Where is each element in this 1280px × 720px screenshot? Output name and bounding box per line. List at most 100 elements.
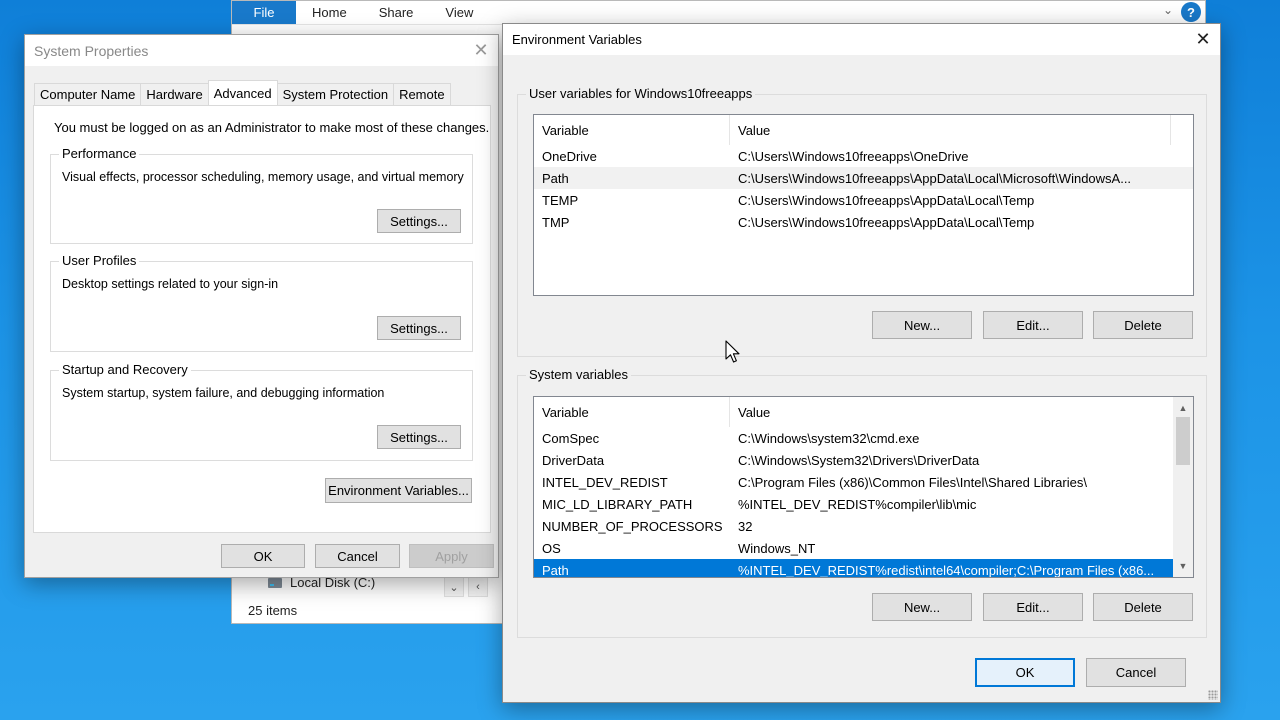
cancel-button[interactable]: Cancel	[315, 544, 400, 568]
system-variables-list[interactable]: Variable Value ComSpec C:\Windows\system…	[533, 396, 1194, 578]
system-delete-button[interactable]: Delete	[1093, 593, 1193, 621]
environment-variables-dialog: Environment Variables ✕ User variables f…	[502, 23, 1221, 703]
ok-button[interactable]: OK	[975, 658, 1075, 687]
group-startup-recovery: Startup and Recovery System startup, sys…	[50, 362, 473, 461]
scrollbar-thumb[interactable]	[1176, 417, 1190, 465]
startup-settings-button[interactable]: Settings...	[377, 425, 461, 449]
user-variables-list[interactable]: Variable Value OneDrive C:\Users\Windows…	[533, 114, 1194, 296]
tab-strip: Computer Name Hardware Advanced System P…	[34, 80, 451, 105]
table-row[interactable]: Path C:\Users\Windows10freeapps\AppData\…	[534, 167, 1193, 189]
ribbon-tab-view[interactable]: View	[429, 1, 489, 24]
variable-value: C:\Program Files (x86)\Common Files\Inte…	[738, 474, 1087, 490]
column-header-variable[interactable]: Variable	[534, 397, 730, 427]
system-properties-dialog: System Properties ✕ Computer Name Hardwa…	[24, 34, 499, 578]
table-row[interactable]: OneDrive C:\Users\Windows10freeapps\OneD…	[534, 145, 1193, 167]
group-user-variables: User variables for Windows10freeapps Var…	[517, 86, 1207, 357]
admin-note: You must be logged on as an Administrato…	[54, 120, 490, 135]
variable-value: %INTEL_DEV_REDIST%compiler\lib\mic	[738, 496, 977, 512]
table-row-selected[interactable]: Path %INTEL_DEV_REDIST%redist\intel64\co…	[534, 559, 1173, 578]
group-legend: System variables	[526, 367, 631, 382]
mouse-cursor-icon	[725, 340, 740, 363]
tab-hardware[interactable]: Hardware	[140, 83, 209, 105]
group-performance: Performance Visual effects, processor sc…	[50, 146, 473, 244]
table-row[interactable]: NUMBER_OF_PROCESSORS 32	[534, 515, 1173, 537]
table-row[interactable]: ComSpec C:\Windows\system32\cmd.exe	[534, 427, 1173, 449]
group-description: Desktop settings related to your sign-in	[62, 277, 279, 291]
user-edit-button[interactable]: Edit...	[983, 311, 1083, 339]
variable-value: C:\Users\Windows10freeapps\OneDrive	[738, 148, 969, 164]
column-header-value[interactable]: Value	[730, 115, 1171, 145]
variable-value: C:\Windows\system32\cmd.exe	[738, 430, 920, 446]
user-delete-button[interactable]: Delete	[1093, 311, 1193, 339]
system-rows: ComSpec C:\Windows\system32\cmd.exe Driv…	[534, 427, 1173, 578]
table-row[interactable]: TMP C:\Users\Windows10freeapps\AppData\L…	[534, 211, 1193, 233]
ok-button[interactable]: OK	[221, 544, 305, 568]
group-description: System startup, system failure, and debu…	[62, 386, 385, 400]
column-header-value[interactable]: Value	[730, 397, 1171, 427]
vertical-scrollbar[interactable]: ▲ ▼	[1173, 397, 1193, 577]
group-user-profiles: User Profiles Desktop settings related t…	[50, 253, 473, 352]
performance-settings-button[interactable]: Settings...	[377, 209, 461, 233]
ribbon-tab-home[interactable]: Home	[296, 1, 363, 24]
titlebar: Environment Variables ✕	[503, 24, 1220, 55]
variable-name: OneDrive	[542, 148, 597, 164]
variable-name: NUMBER_OF_PROCESSORS	[542, 518, 723, 534]
window-title: System Properties	[34, 42, 149, 59]
variable-name: DriverData	[542, 452, 605, 468]
variable-name: OS	[542, 540, 561, 556]
variable-name: TEMP	[542, 192, 579, 208]
group-legend: Startup and Recovery	[59, 362, 191, 377]
table-row[interactable]: TEMP C:\Users\Windows10freeapps\AppData\…	[534, 189, 1193, 211]
column-header-variable[interactable]: Variable	[534, 115, 730, 145]
group-description: Visual effects, processor scheduling, me…	[62, 170, 464, 184]
group-legend: Performance	[59, 146, 140, 161]
variable-name: MIC_LD_LIBRARY_PATH	[542, 496, 693, 512]
variable-value: %INTEL_DEV_REDIST%redist\intel64\compile…	[738, 562, 1155, 578]
table-row[interactable]: OS Windows_NT	[534, 537, 1173, 559]
list-header: Variable Value	[534, 397, 1193, 427]
tab-system-protection[interactable]: System Protection	[276, 83, 395, 105]
variable-name: Path	[542, 562, 569, 578]
tab-computer-name[interactable]: Computer Name	[34, 83, 142, 105]
variable-value: C:\Users\Windows10freeapps\AppData\Local…	[738, 192, 1035, 208]
drive-icon	[268, 577, 282, 588]
user-profiles-settings-button[interactable]: Settings...	[377, 316, 461, 340]
system-edit-button[interactable]: Edit...	[983, 593, 1083, 621]
resize-grip-icon[interactable]	[1208, 690, 1218, 700]
chevron-left-icon[interactable]: ‹	[468, 577, 488, 597]
help-icon[interactable]: ?	[1181, 2, 1201, 22]
variable-name: Path	[542, 170, 569, 186]
window-title: Environment Variables	[512, 32, 642, 47]
variable-name: TMP	[542, 214, 570, 230]
tab-advanced[interactable]: Advanced	[207, 80, 278, 105]
group-legend: User Profiles	[59, 253, 140, 268]
scroll-down-icon[interactable]: ▼	[1173, 557, 1193, 575]
table-row[interactable]: INTEL_DEV_REDIST C:\Program Files (x86)\…	[534, 471, 1173, 493]
chevron-down-icon[interactable]: ⌄	[444, 577, 464, 597]
ribbon-tab-share[interactable]: Share	[363, 1, 430, 24]
group-legend: User variables for Windows10freeapps	[526, 86, 756, 101]
variable-value: Windows_NT	[738, 540, 816, 556]
variable-value: C:\Users\Windows10freeapps\AppData\Local…	[738, 214, 1035, 230]
system-new-button[interactable]: New...	[872, 593, 972, 621]
group-system-variables: System variables Variable Value ComSpec …	[517, 367, 1207, 638]
status-item-count: 25 items	[248, 603, 298, 618]
explorer-ribbon: File Home Share View ⌄ ?	[232, 1, 1205, 25]
table-row[interactable]: DriverData C:\Windows\System32\Drivers\D…	[534, 449, 1173, 471]
variable-value: C:\Windows\System32\Drivers\DriverData	[738, 452, 980, 468]
cancel-button[interactable]: Cancel	[1086, 658, 1186, 687]
close-icon[interactable]: ✕	[1186, 24, 1220, 55]
apply-button[interactable]: Apply	[409, 544, 494, 568]
table-row[interactable]: MIC_LD_LIBRARY_PATH %INTEL_DEV_REDIST%co…	[534, 493, 1173, 515]
tab-remote[interactable]: Remote	[393, 83, 451, 105]
scroll-up-icon[interactable]: ▲	[1173, 399, 1193, 417]
variable-name: INTEL_DEV_REDIST	[542, 474, 668, 490]
close-icon[interactable]: ✕	[464, 35, 498, 66]
variable-value: 32	[738, 518, 753, 534]
ribbon-tab-file[interactable]: File	[232, 1, 296, 24]
chevron-down-icon[interactable]: ⌄	[1163, 3, 1173, 17]
titlebar: System Properties ✕	[25, 35, 498, 66]
environment-variables-button[interactable]: Environment Variables...	[325, 478, 472, 503]
user-new-button[interactable]: New...	[872, 311, 972, 339]
variable-name: ComSpec	[542, 430, 600, 446]
